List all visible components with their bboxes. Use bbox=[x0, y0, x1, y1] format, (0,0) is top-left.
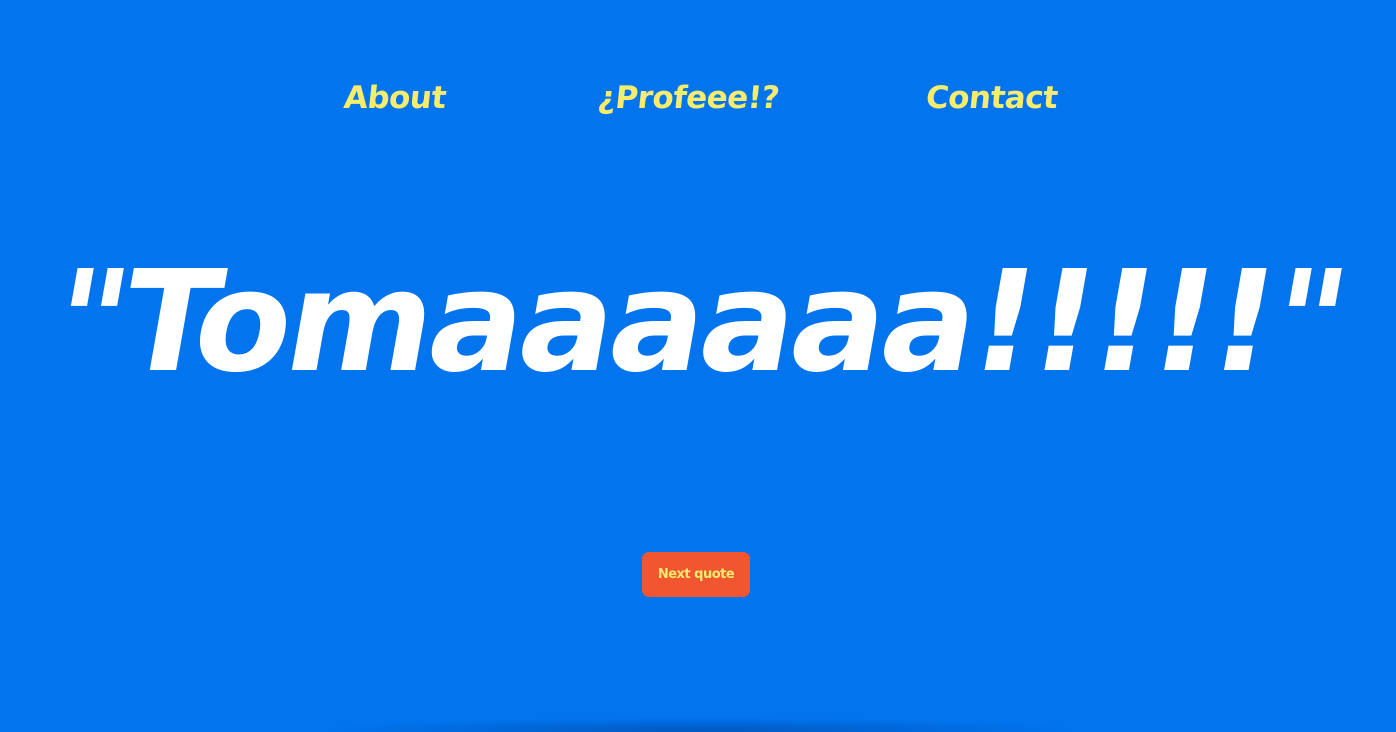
bottom-shadow bbox=[320, 718, 1080, 732]
next-quote-button[interactable]: Next quote bbox=[642, 552, 750, 597]
quote-text: "Tomaaaaaa!!!!!" bbox=[40, 241, 1356, 404]
nav-link-contact[interactable]: Contact bbox=[924, 76, 1060, 120]
nav-link-about[interactable]: About bbox=[342, 76, 448, 120]
nav-link-profeee[interactable]: ¿Profeee!? bbox=[596, 76, 782, 120]
